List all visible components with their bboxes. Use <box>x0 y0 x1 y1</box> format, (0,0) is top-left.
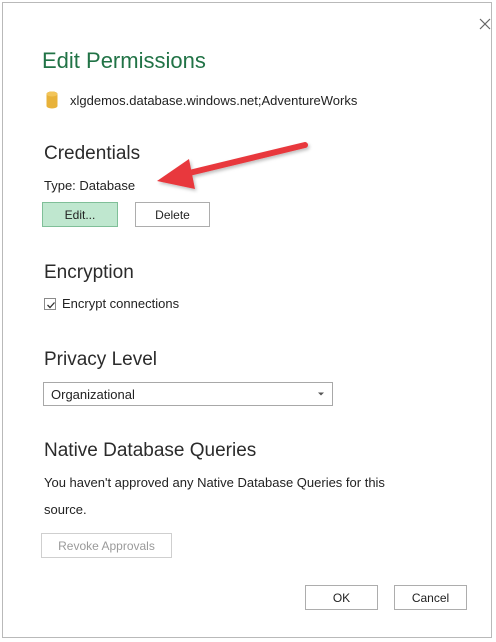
close-icon[interactable] <box>477 16 493 32</box>
cancel-button[interactable]: Cancel <box>394 585 467 610</box>
edit-credentials-button[interactable]: Edit... <box>42 202 118 227</box>
annotation-arrow-icon <box>157 142 308 189</box>
checkmark-icon <box>47 301 55 308</box>
privacy-level-heading: Privacy Level <box>44 349 157 370</box>
privacy-level-value: Organizational <box>51 387 135 402</box>
dialog-title: Edit Permissions <box>42 48 206 73</box>
ok-button[interactable]: OK <box>305 585 378 610</box>
encrypt-connections-checkbox[interactable] <box>44 297 56 310</box>
data-source-row: xlgdemos.database.windows.net;AdventureW… <box>46 91 357 109</box>
chevron-down-icon <box>318 392 324 396</box>
edit-permissions-dialog: Edit Permissions xlgdemos.database.windo… <box>2 2 492 638</box>
data-source-name: xlgdemos.database.windows.net;AdventureW… <box>70 92 358 108</box>
credentials-heading: Credentials <box>44 143 141 164</box>
database-icon <box>46 91 58 109</box>
native-queries-message-line1: You haven't approved any Native Database… <box>44 475 385 490</box>
encrypt-connections-label: Encrypt connections <box>62 296 180 311</box>
encryption-heading: Encryption <box>44 262 134 283</box>
native-queries-message-line2: source. <box>44 502 87 517</box>
encrypt-connections-option[interactable]: Encrypt connections <box>44 296 179 311</box>
privacy-level-select[interactable]: Organizational <box>43 382 333 406</box>
credential-type-label: Type: Database <box>44 178 136 193</box>
revoke-approvals-button[interactable]: Revoke Approvals <box>41 533 172 558</box>
native-queries-heading: Native Database Queries <box>44 440 257 461</box>
delete-credentials-button[interactable]: Delete <box>135 202 210 227</box>
